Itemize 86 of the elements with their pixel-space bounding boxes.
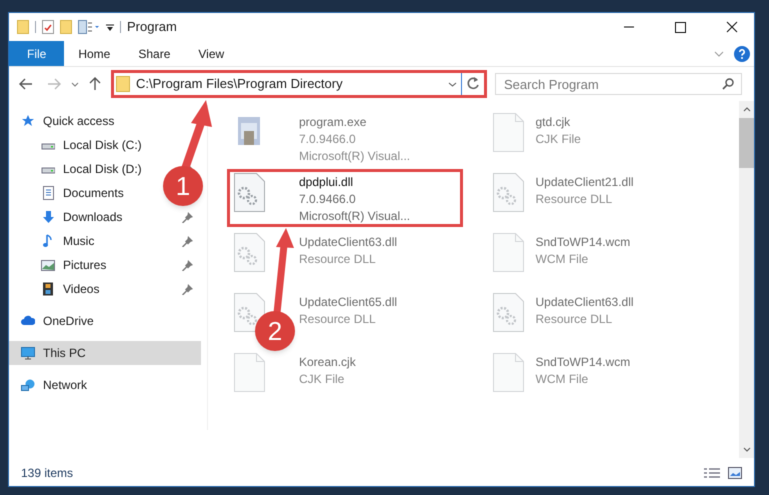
window-title: Program: [127, 18, 177, 36]
gear-file-icon[interactable]: [232, 173, 267, 213]
scrollbar[interactable]: [739, 101, 754, 458]
sidebar-label: Quick access: [43, 113, 114, 130]
file-name[interactable]: gtd.cjk: [536, 114, 581, 131]
scroll-down-icon[interactable]: [742, 447, 750, 452]
thumbnail-view-icon[interactable]: [728, 467, 742, 479]
sidebar-label: Network: [43, 377, 88, 394]
file-name[interactable]: SndToWP14.wcm: [536, 234, 630, 251]
file-name[interactable]: UpdateClient63.dll: [536, 294, 634, 311]
chevron-down-icon[interactable]: [71, 82, 79, 86]
sidebar-item[interactable]: Pictures: [9, 253, 110, 277]
sidebar-item[interactable]: Local Disk (D:): [9, 157, 146, 181]
download-arrow-icon: [41, 210, 55, 224]
search-icon: [722, 78, 734, 90]
file-detail: WCM File: [536, 371, 590, 388]
sidebar-label: Documents: [63, 185, 124, 202]
file-name[interactable]: SndToWP14.wcm: [536, 354, 630, 371]
cloud-icon: [21, 314, 35, 328]
close-icon[interactable]: [726, 21, 738, 33]
sidebar-label: Videos: [63, 281, 100, 298]
address-text: C:\Program Files\Program Directory: [136, 75, 344, 94]
file-detail: Resource DLL: [299, 311, 377, 328]
back-icon[interactable]: [19, 78, 33, 90]
chevron-down-icon[interactable]: [448, 82, 457, 86]
ribbon-tab[interactable]: Share: [124, 41, 184, 66]
picture-icon: [41, 258, 55, 272]
sidebar-label: OneDrive: [43, 313, 94, 330]
pin-icon[interactable]: [182, 212, 193, 222]
globe-monitor-icon: [21, 378, 35, 392]
step-badge: 1: [163, 166, 203, 206]
search-field[interactable]: Search Program: [495, 73, 742, 95]
file-name[interactable]: UpdateClient63.dll: [299, 234, 398, 251]
file-name[interactable]: UpdateClient21.dll: [536, 174, 634, 191]
sidebar-label: Local Disk (C:): [63, 137, 142, 154]
file-name[interactable]: Korean.cjk: [299, 354, 356, 371]
ribbon-tab[interactable]: View: [184, 41, 238, 66]
file-detail: Resource DLL: [536, 311, 614, 328]
file-detail: 7.0.9466.0: [299, 131, 357, 148]
sidebar-item[interactable]: Documents: [9, 181, 128, 205]
sidebar-label: Local Disk (D:): [63, 161, 142, 178]
file-detail: Microsoft(R) Visual...: [299, 208, 410, 225]
sidebar-item[interactable]: Videos: [9, 277, 104, 301]
file-detail: CJK File: [536, 131, 581, 148]
scrollbar-thumb[interactable]: [739, 118, 754, 168]
ribbon-tab[interactable]: Home: [64, 41, 124, 66]
file-name[interactable]: program.exe: [299, 114, 410, 131]
file-detail: WCM File: [536, 251, 590, 268]
file-detail: Resource DLL: [536, 191, 614, 208]
sidebar-item[interactable]: Music: [9, 229, 98, 253]
folder-icon: [116, 76, 130, 92]
maximize-icon[interactable]: [675, 22, 686, 32]
pin-icon[interactable]: [182, 236, 193, 246]
film-icon: [41, 282, 55, 296]
sidebar-item[interactable]: Local Disk (C:): [9, 133, 146, 157]
sidebar-item[interactable]: This PC: [9, 341, 193, 365]
sidebar-label: Pictures: [63, 257, 106, 274]
ribbon-tab[interactable]: File: [9, 41, 64, 66]
file-name[interactable]: UpdateClient65.dll: [299, 294, 398, 311]
scroll-up-icon[interactable]: [742, 107, 750, 112]
sidebar-item[interactable]: Quick access: [9, 109, 118, 133]
sidebar-label: Music: [63, 233, 94, 250]
file-detail: Microsoft(R) Visual...: [299, 148, 410, 165]
file-detail: 7.0.9466.0: [299, 191, 357, 208]
monitor-icon: [21, 346, 35, 360]
document-icon: [41, 186, 55, 200]
pin-icon[interactable]: [182, 284, 193, 294]
details-view-icon[interactable]: [704, 467, 720, 479]
file-name[interactable]: dpdplui.dll: [299, 174, 410, 191]
sidebar-label: Downloads: [63, 209, 122, 226]
help-icon[interactable]: [734, 46, 750, 62]
sidebar-label: This PC: [43, 345, 86, 362]
address-field[interactable]: C:\Program Files\Program Directory: [114, 73, 461, 95]
sidebar-item[interactable]: Downloads: [9, 205, 126, 229]
sidebar-item[interactable]: Network: [9, 373, 92, 397]
checklist-icon[interactable]: [42, 20, 54, 34]
item-count: 139 items: [21, 465, 74, 482]
dropdown-icon[interactable]: [106, 22, 114, 32]
sidebar-item[interactable]: OneDrive: [9, 309, 98, 333]
star-icon: [21, 114, 35, 128]
up-icon[interactable]: [89, 77, 101, 91]
properties-icon[interactable]: [78, 20, 100, 34]
file-detail: Resource DLL: [299, 251, 377, 268]
pin-icon[interactable]: [182, 260, 193, 270]
file-detail: CJK File: [299, 371, 346, 388]
step-badge: 2: [255, 311, 295, 351]
